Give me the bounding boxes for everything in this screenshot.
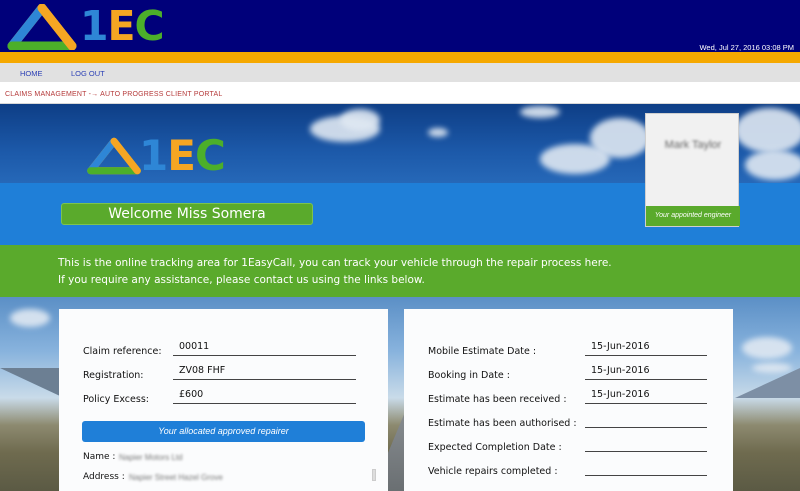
repairs-completed-value	[585, 461, 707, 476]
policy-excess-value: £600	[173, 389, 356, 404]
estimate-authorised-value	[585, 413, 707, 428]
header-accent-band	[0, 52, 800, 63]
logo-wordmark: 1EC	[139, 131, 226, 180]
engineer-label: Your appointed engineer	[646, 206, 740, 226]
estimate-authorised-label: Estimate has been authorised :	[428, 418, 577, 429]
breadcrumb: CLAIMS MANAGEMENT -→ AUTO PROGRESS CLIEN…	[5, 91, 222, 98]
nav-logout-link[interactable]: LOG OUT	[71, 69, 105, 78]
intro-strip: This is the online tracking area for 1Ea…	[0, 245, 800, 297]
registration-value: ZV08 FHF	[173, 365, 356, 380]
nav-bar: HOME LOG OUT	[0, 63, 800, 82]
booking-in-label: Booking in Date :	[428, 370, 510, 381]
expected-completion-value	[585, 437, 707, 452]
intro-line-1: This is the online tracking area for 1Ea…	[58, 257, 612, 269]
claim-reference-label: Claim reference:	[83, 346, 162, 357]
intro-line-2: If you require any assistance, please co…	[58, 274, 425, 286]
engineer-card: Mark Taylor Your appointed engineer	[645, 113, 740, 227]
current-datetime: Wed, Jul 27, 2016 03:08 PM	[699, 43, 794, 52]
logo-wordmark: 1EC	[80, 2, 165, 50]
policy-excess-label: Policy Excess:	[83, 394, 149, 405]
welcome-banner: Welcome Miss Somera	[61, 203, 313, 225]
address-scroll-handle[interactable]	[372, 469, 376, 481]
engineer-name: Mark Taylor	[664, 139, 722, 151]
mountain-left	[0, 368, 60, 396]
estimate-received-label: Estimate has been received :	[428, 394, 567, 405]
repair-progress-panel: Mobile Estimate Date : 15-Jun-2016 Booki…	[404, 309, 733, 491]
mobile-estimate-label: Mobile Estimate Date :	[428, 346, 537, 357]
top-header: 1EC Wed, Jul 27, 2016 03:08 PM	[0, 0, 800, 52]
repairer-heading: Your allocated approved repairer	[82, 421, 365, 442]
expected-completion-label: Expected Completion Date :	[428, 442, 562, 453]
logo-triangle-icon	[87, 137, 141, 175]
repairer-name-value: Napier Motors Ltd	[119, 453, 183, 462]
breadcrumb-current: AUTO PROGRESS CLIENT PORTAL	[100, 91, 223, 98]
breadcrumb-claims-management[interactable]: CLAIMS MANAGEMENT	[5, 91, 86, 98]
nav-home-link[interactable]: HOME	[20, 69, 43, 78]
booking-in-value: 15-Jun-2016	[585, 365, 707, 380]
repairer-address-label: Address :	[83, 472, 125, 482]
claim-details-panel: Claim reference: 00011 Registration: ZV0…	[59, 309, 388, 491]
repairs-completed-label: Vehicle repairs completed :	[428, 466, 558, 477]
repairer-address-value: Napier Street Hazel Grove	[129, 473, 223, 482]
breadcrumb-arrow-icon: -→	[88, 91, 99, 98]
registration-label: Registration:	[83, 370, 144, 381]
estimate-received-value: 15-Jun-2016	[585, 389, 707, 404]
brand-logo[interactable]: 1EC	[6, 2, 182, 50]
claim-reference-value: 00011	[173, 341, 356, 356]
logo-triangle-icon	[7, 4, 77, 50]
repairer-name-label: Name :	[83, 452, 116, 462]
breadcrumb-bar: CLAIMS MANAGEMENT -→ AUTO PROGRESS CLIEN…	[0, 82, 800, 104]
mobile-estimate-value: 15-Jun-2016	[585, 341, 707, 356]
mountain-right	[735, 368, 800, 398]
portal-logo: 1EC	[86, 126, 226, 183]
